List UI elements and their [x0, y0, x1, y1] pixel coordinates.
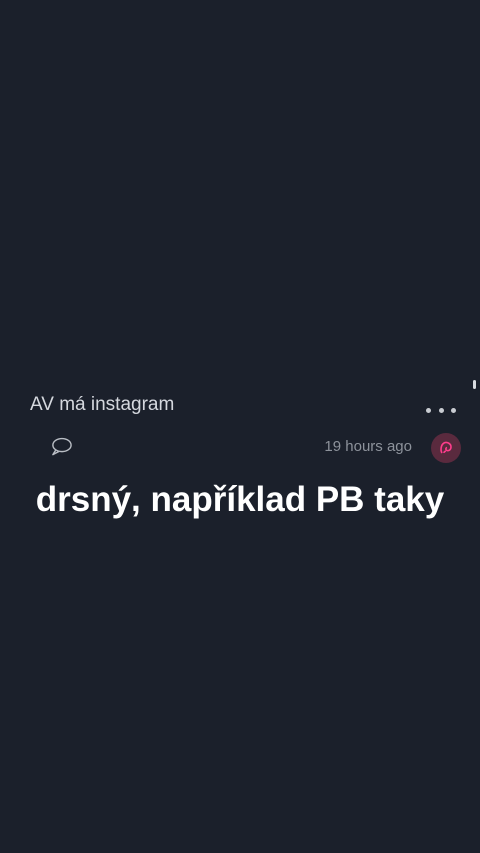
more-dot-icon [438, 407, 444, 413]
post-body-text: drsný, například PB taky [35, 480, 445, 519]
more-options-button[interactable] [426, 402, 456, 418]
screen: AV má instagram 19 hours ago drsný, např… [0, 0, 480, 853]
more-dot-icon [426, 407, 431, 413]
user-avatar-icon [440, 441, 452, 454]
author-avatar[interactable] [431, 433, 461, 463]
post-title[interactable]: AV má instagram [30, 394, 174, 416]
more-dot-icon [451, 407, 456, 413]
post-timestamp: 19 hours ago [324, 438, 412, 455]
comment-icon[interactable] [50, 436, 73, 458]
scroll-indicator[interactable] [473, 380, 476, 389]
